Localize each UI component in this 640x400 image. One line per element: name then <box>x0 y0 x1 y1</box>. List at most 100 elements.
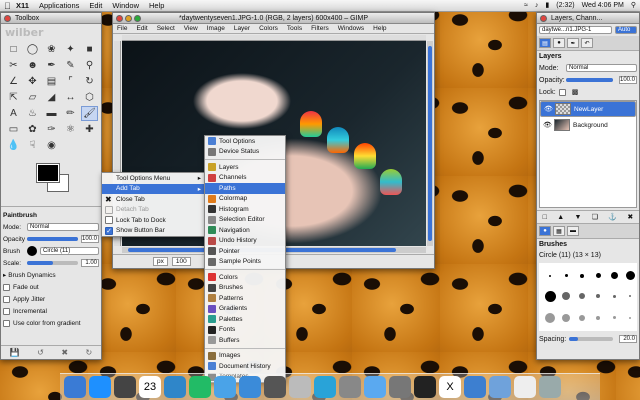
align-tool-icon[interactable]: ▤ <box>43 74 60 89</box>
eye-icon[interactable]: 👁 <box>543 121 552 129</box>
apply-jitter-checkbox[interactable] <box>3 295 10 303</box>
appstore-icon[interactable] <box>89 376 111 398</box>
new-layer-icon[interactable]: □ <box>543 214 547 221</box>
raise-layer-icon[interactable]: ▲ <box>557 214 564 221</box>
lock-alpha-checkbox[interactable] <box>558 88 566 96</box>
submenu-item-histogram[interactable]: Histogram <box>205 204 285 215</box>
menu-help[interactable]: Help <box>149 1 164 10</box>
submenu-item-colormap[interactable]: Colormap <box>205 194 285 205</box>
submenu-item-pointer[interactable]: Pointer <box>205 246 285 257</box>
menu-item-lock-tab[interactable]: Lock Tab to Dock <box>102 215 204 226</box>
safari-icon[interactable] <box>164 376 186 398</box>
clock[interactable]: Wed 4:06 PM <box>582 2 624 9</box>
brush-item[interactable] <box>623 267 637 285</box>
brush-preview-icon[interactable] <box>27 246 37 256</box>
brush-item[interactable] <box>607 287 621 307</box>
unit-select[interactable]: px <box>153 257 168 266</box>
menu-edit[interactable]: Edit <box>136 25 147 32</box>
expander-icon[interactable]: ▸ <box>3 271 6 279</box>
ellipse-select-tool-icon[interactable]: ◯ <box>24 42 41 57</box>
brush-item[interactable] <box>591 267 605 285</box>
spotlight-icon[interactable]: ⚲ <box>631 1 636 9</box>
eraser-tool-icon[interactable]: ▭ <box>5 122 22 137</box>
finder-icon[interactable] <box>64 376 86 398</box>
brush-item[interactable] <box>607 308 621 327</box>
image-selector[interactable]: daytwe...n1.JPG-1 <box>539 26 612 34</box>
scale-value[interactable]: 1.00 <box>81 259 99 267</box>
mode-select[interactable]: Normal <box>27 223 99 231</box>
fuzzy-select-tool-icon[interactable]: ✦ <box>62 42 79 57</box>
patterns-tab-icon[interactable]: ▦ <box>553 226 565 236</box>
airbrush-tool-icon[interactable]: ✿ <box>24 122 41 137</box>
delete-options-icon[interactable]: ✖ <box>61 348 68 357</box>
ink-tool-icon[interactable]: ✑ <box>43 122 60 137</box>
submenu-item-paths[interactable]: Paths <box>205 183 285 194</box>
submenu-item-images[interactable]: Images <box>205 351 285 362</box>
blur-tool-icon[interactable]: 💧 <box>5 138 22 153</box>
use-color-gradient-checkbox[interactable] <box>3 319 10 327</box>
brush-item[interactable] <box>575 308 589 327</box>
move-tool-icon[interactable]: ✥ <box>24 74 41 89</box>
cloud-icon[interactable] <box>364 376 386 398</box>
menu-item-close-tab[interactable]: ✖ Close Tab <box>102 194 204 205</box>
submenu-item-buffers[interactable]: Buffers <box>205 335 285 346</box>
cage-tool-icon[interactable]: ⬡ <box>81 90 98 105</box>
brush-item[interactable] <box>591 308 605 327</box>
menu-tools[interactable]: Tools <box>287 25 302 32</box>
crop-tool-icon[interactable]: ⌜ <box>62 74 79 89</box>
rect-select-tool-icon[interactable]: □ <box>5 42 22 57</box>
clone-tool-icon[interactable]: ⚛ <box>62 122 79 137</box>
brush-item[interactable] <box>559 287 573 307</box>
reset-options-icon[interactable]: ↻ <box>86 348 93 357</box>
dashboard-icon[interactable] <box>114 376 136 398</box>
image-titlebar[interactable]: *daytwentyseven1.JPG-1.0 (RGB, 2 layers)… <box>113 13 434 24</box>
brush-item[interactable] <box>543 308 557 327</box>
apple-icon[interactable]:  <box>4 1 16 11</box>
brush-item[interactable] <box>623 287 637 307</box>
vertical-scroll-thumb[interactable] <box>428 46 432 241</box>
submenu-item-colors[interactable]: Colors <box>205 272 285 283</box>
gradients-tab-icon[interactable]: ▬ <box>567 226 579 236</box>
preview-icon[interactable] <box>389 376 411 398</box>
submenu-item-device-status[interactable]: Device Status <box>205 147 285 158</box>
brush-dynamics-label[interactable]: Brush Dynamics <box>8 272 55 279</box>
submenu-item-palettes[interactable]: Palettes <box>205 314 285 325</box>
channels-tab-icon[interactable]: ● <box>553 38 565 48</box>
close-icon[interactable] <box>540 14 547 22</box>
wifi-icon[interactable]: ≈ <box>524 2 528 9</box>
layer-name[interactable]: NewLayer <box>574 106 603 113</box>
layer-opacity-slider[interactable] <box>566 78 613 82</box>
color-select-tool-icon[interactable]: ■ <box>81 42 98 57</box>
eye-icon[interactable]: 👁 <box>544 105 553 113</box>
menu-windows[interactable]: Windows <box>338 25 364 32</box>
spacing-value[interactable]: 20.0 <box>619 335 637 343</box>
close-icon[interactable] <box>4 14 11 22</box>
menu-select[interactable]: Select <box>157 25 175 32</box>
color-picker-tool-icon[interactable]: ✎ <box>62 58 79 73</box>
menu-item-tool-options-menu[interactable]: Tool Options Menu ▸ <box>102 173 204 184</box>
foreground-select-tool-icon[interactable]: ☻ <box>24 58 41 73</box>
submenu-item-tool-options[interactable]: Tool Options <box>205 136 285 147</box>
text-tool-icon[interactable]: A <box>5 106 22 121</box>
volume-icon[interactable]: ♪ <box>535 2 539 9</box>
scissors-tool-icon[interactable]: ✂ <box>5 58 22 73</box>
pencil-tool-icon[interactable]: ✏ <box>62 106 79 121</box>
delete-layer-icon[interactable]: ✖ <box>627 213 633 221</box>
menu-filters[interactable]: Filters <box>311 25 329 32</box>
menu-edit[interactable]: Edit <box>89 1 102 10</box>
brushes-tab-icon[interactable]: ● <box>539 226 551 236</box>
zoom-icon[interactable] <box>134 14 141 22</box>
brush-item[interactable] <box>575 267 589 285</box>
layer-mode-select[interactable]: Normal <box>566 64 637 72</box>
submenu-item-layers[interactable]: Layers <box>205 162 285 173</box>
undo-tab-icon[interactable]: ↶ <box>581 38 593 48</box>
layer-name[interactable]: Background <box>573 122 608 129</box>
downloads-icon[interactable] <box>464 376 486 398</box>
submenu-item-fonts[interactable]: Fonts <box>205 325 285 336</box>
document-icon[interactable] <box>514 376 536 398</box>
menu-applications[interactable]: Applications <box>39 1 79 10</box>
submenu-item-brushes[interactable]: Brushes <box>205 283 285 294</box>
duplicate-layer-icon[interactable]: ❏ <box>592 213 598 221</box>
menu-help[interactable]: Help <box>373 25 386 32</box>
camera-icon[interactable] <box>339 376 361 398</box>
